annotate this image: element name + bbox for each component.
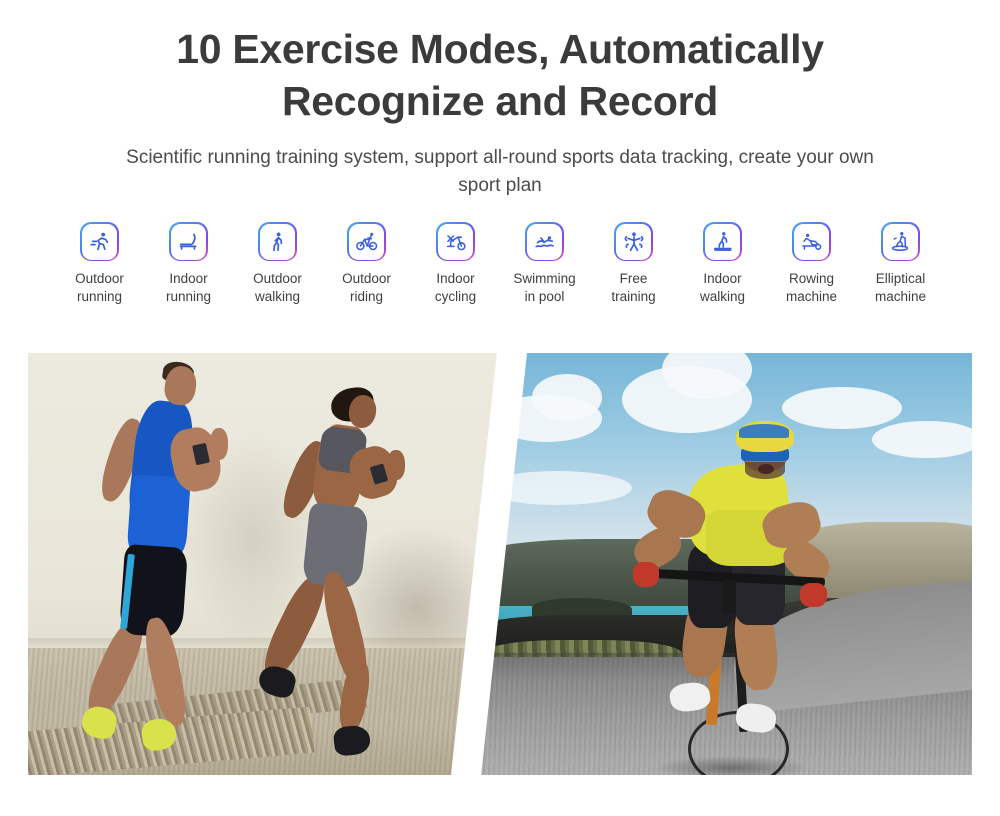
outdoor-running-icon [81, 223, 118, 260]
runner-fist [210, 428, 229, 460]
running-shoe [79, 703, 120, 742]
mode-label: Outdoor walking [253, 271, 302, 305]
swimming-icon [526, 223, 563, 260]
cloud [532, 374, 602, 421]
exercise-modes-row: Outdoor running Indoor running Outdoor w… [0, 222, 1000, 306]
runners-scene [28, 353, 528, 775]
mode-icon-frame [436, 222, 475, 262]
mode-item-outdoor-riding[interactable]: Outdoor riding [322, 222, 411, 306]
female-runner [248, 385, 428, 762]
mode-label: Swimming in pool [513, 271, 576, 305]
mode-label: Rowing machine [785, 271, 838, 305]
mode-label: Outdoor riding [342, 271, 391, 305]
runner-leg [139, 615, 191, 729]
mode-icon-frame [525, 222, 564, 262]
mode-label: Elliptical machine [874, 271, 927, 305]
cyclist-scene [472, 353, 972, 775]
mode-item-swimming-in-pool[interactable]: Swimming in pool [500, 222, 589, 306]
free-training-icon [615, 223, 652, 260]
cyclist-mouth [758, 463, 774, 475]
cycling-shoe [668, 680, 712, 714]
running-shoe [332, 723, 372, 757]
mode-icon-frame [614, 222, 653, 262]
running-shoe [255, 662, 299, 701]
mode-item-indoor-cycling[interactable]: Indoor cycling [411, 222, 500, 306]
page-title: 10 Exercise Modes, Automatically Recogni… [176, 26, 824, 124]
outdoor-cycling-icon [348, 223, 385, 260]
road-cyclist-photo [472, 353, 972, 775]
helmet-stripe [738, 423, 790, 438]
cycling-glove [800, 583, 827, 608]
cycling-glove [633, 562, 660, 587]
mode-icon-frame [881, 222, 920, 262]
mode-label: Indoor walking [699, 271, 746, 305]
page-subtitle: Scientific running training system, supp… [126, 147, 874, 197]
treadmill-icon [170, 223, 207, 260]
cyclist [622, 420, 842, 775]
bike-stem [723, 579, 737, 615]
header: 10 Exercise Modes, Automatically Recogni… [0, 0, 1000, 200]
elliptical-machine-icon [882, 223, 919, 260]
mode-item-indoor-walking[interactable]: Indoor walking [678, 222, 767, 306]
mode-icon-frame [80, 222, 119, 262]
mode-icon-frame [347, 222, 386, 262]
male-runner [68, 359, 248, 758]
mode-label: Indoor running [165, 271, 212, 305]
mode-icon-frame [792, 222, 831, 262]
runner-leg [256, 570, 332, 683]
mode-icon-frame [258, 222, 297, 262]
indoor-cycling-icon [437, 223, 474, 260]
runner-fist [386, 450, 405, 480]
mode-item-outdoor-walking[interactable]: Outdoor walking [233, 222, 322, 306]
mode-item-outdoor-running[interactable]: Outdoor running [55, 222, 144, 306]
mode-icon-frame [703, 222, 742, 262]
mode-label: Free training [611, 271, 656, 305]
indoor-walking-icon [704, 223, 741, 260]
mode-icon-frame [169, 222, 208, 262]
runner-shin [335, 657, 373, 735]
mode-item-free-training[interactable]: Free training [589, 222, 678, 306]
photo-band [28, 353, 972, 775]
outdoor-walking-icon [259, 223, 296, 260]
mode-label: Indoor cycling [434, 271, 477, 305]
outdoor-runners-photo [28, 353, 528, 775]
mode-label: Outdoor running [75, 271, 124, 305]
rowing-machine-icon [793, 223, 830, 260]
mode-item-indoor-running[interactable]: Indoor running [144, 222, 233, 306]
mode-item-elliptical-machine[interactable]: Elliptical machine [856, 222, 945, 306]
mode-item-rowing-machine[interactable]: Rowing machine [767, 222, 856, 306]
promo-page: 10 Exercise Modes, Automatically Recogni… [0, 0, 1000, 816]
